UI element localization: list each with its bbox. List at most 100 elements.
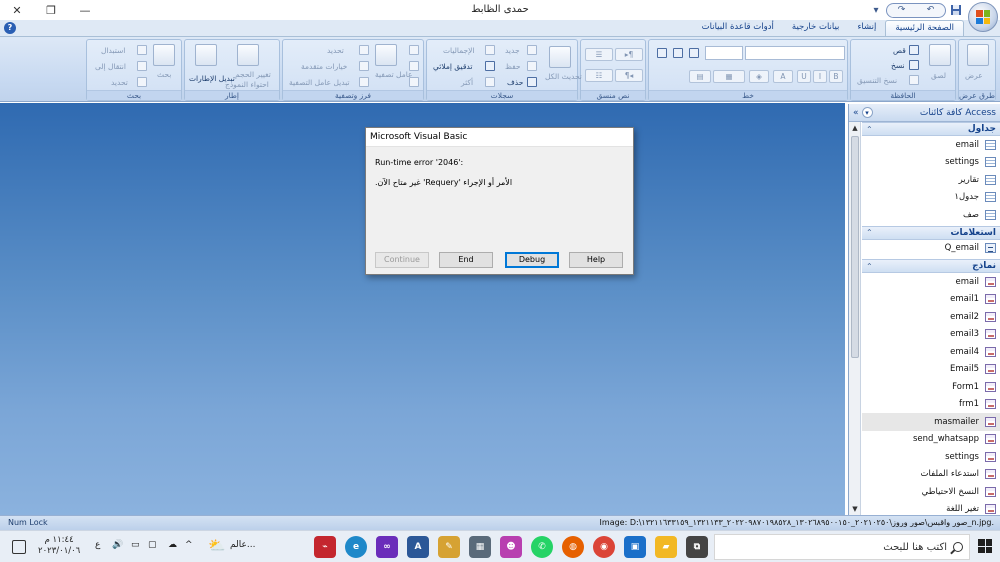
- new-record-icon[interactable]: [527, 45, 537, 55]
- nav-list-item[interactable]: send_whatsapp: [862, 431, 1000, 449]
- paste-button[interactable]: لصق: [931, 71, 946, 80]
- calculator-icon[interactable]: ▦: [469, 536, 491, 558]
- font-color-button[interactable]: A: [773, 70, 793, 83]
- paint-icon[interactable]: ✎: [438, 536, 460, 558]
- input-language-indicator[interactable]: ع: [95, 540, 100, 550]
- nav-list-item[interactable]: جدول١: [862, 189, 1000, 207]
- advanced-filter-icon[interactable]: [359, 61, 369, 71]
- chrome-icon[interactable]: ◉: [593, 536, 615, 558]
- taskbar-search-box[interactable]: اكتب هنا للبحث: [714, 534, 970, 560]
- firefox-icon[interactable]: ◍: [562, 536, 584, 558]
- list-button[interactable]: ☰: [585, 48, 613, 61]
- totals-icon[interactable]: [485, 45, 495, 55]
- align-left-icon[interactable]: [657, 48, 667, 58]
- paste-icon[interactable]: [929, 44, 951, 66]
- refresh-all-icon[interactable]: [549, 46, 571, 68]
- nav-pane-header[interactable]: « ▾ كافة كائنات Access: [849, 104, 1000, 122]
- replace-button[interactable]: استبدال: [101, 46, 125, 55]
- nav-menu-dropdown-icon[interactable]: ▾: [861, 107, 873, 118]
- debug-button[interactable]: Debug: [505, 252, 559, 268]
- undo-icon[interactable]: ↶: [927, 5, 935, 15]
- scroll-down-icon[interactable]: ▼: [849, 503, 861, 515]
- file-explorer-icon[interactable]: ▰: [655, 536, 677, 558]
- network-icon[interactable]: ▢: [148, 540, 157, 550]
- nav-list-item[interactable]: Form1: [862, 378, 1000, 396]
- nav-list-item[interactable]: email3: [862, 326, 1000, 344]
- outdent-button[interactable]: ☷: [585, 69, 613, 82]
- underline-button[interactable]: U: [797, 70, 811, 83]
- more-button[interactable]: أكثر: [461, 78, 473, 87]
- tab-database-tools[interactable]: أدوات قاعدة البيانات: [693, 20, 783, 36]
- copy-button[interactable]: نسخ: [891, 61, 905, 70]
- taskbar-clock[interactable]: ١١:٤٤ م ٢٠٢٣/٠١/٠٦: [38, 535, 80, 557]
- save-icon[interactable]: [948, 2, 964, 18]
- store-icon[interactable]: ▣: [624, 536, 646, 558]
- font-name-box[interactable]: [745, 46, 845, 60]
- fill-color-button[interactable]: ◈: [749, 70, 769, 83]
- cut-button[interactable]: قص: [893, 46, 906, 55]
- switch-windows-button[interactable]: تبديل الإطارات: [189, 74, 235, 83]
- collapse-chevron-icon[interactable]: ⌃: [866, 125, 873, 134]
- end-button[interactable]: End: [439, 252, 493, 268]
- advanced-filter-button[interactable]: خيارات متقدمة: [301, 62, 347, 71]
- rtl-button[interactable]: ▸¶: [615, 48, 643, 61]
- nav-list-item[interactable]: settings: [862, 448, 1000, 466]
- scroll-up-icon[interactable]: ▲: [849, 122, 861, 134]
- fit-form-icon[interactable]: [237, 44, 259, 66]
- nav-list-item[interactable]: email: [862, 273, 1000, 291]
- qat-dropdown-icon[interactable]: ▾: [868, 2, 884, 18]
- switch-windows-icon[interactable]: [195, 44, 217, 66]
- display-icon[interactable]: ▭: [131, 540, 140, 550]
- tray-overflow-icon[interactable]: ^: [185, 540, 193, 550]
- view-button[interactable]: عرض: [965, 71, 983, 80]
- continue-button[interactable]: Continue: [375, 252, 429, 268]
- office-button[interactable]: [968, 2, 998, 32]
- collapse-chevron-icon[interactable]: ⌃: [866, 228, 873, 237]
- nav-list-item[interactable]: email: [862, 136, 1000, 154]
- select-button[interactable]: تحديد: [111, 78, 128, 87]
- tab-create[interactable]: إنشاء: [848, 20, 885, 36]
- cut-icon[interactable]: [909, 45, 919, 55]
- resize-button[interactable]: تغيير الحجم: [235, 70, 271, 79]
- notifications-icon[interactable]: [12, 540, 26, 554]
- goto-icon[interactable]: [137, 61, 147, 71]
- weather-icon[interactable]: ⛅: [208, 538, 225, 554]
- italic-button[interactable]: I: [813, 70, 827, 83]
- refresh-all-button[interactable]: تحديث الكل: [545, 72, 582, 81]
- new-record-button[interactable]: جديد: [505, 46, 520, 55]
- align-center-icon[interactable]: [673, 48, 683, 58]
- save-record-button[interactable]: حفظ: [505, 62, 521, 71]
- tab-home[interactable]: الصفحة الرئيسية: [885, 20, 964, 36]
- windows-start-icon[interactable]: [978, 539, 992, 553]
- whatsapp-icon[interactable]: ✆: [531, 536, 553, 558]
- collapse-chevron-icon[interactable]: ⌃: [866, 262, 873, 271]
- filter-icon[interactable]: [375, 44, 397, 66]
- delete-record-button[interactable]: حذف: [507, 78, 523, 87]
- nav-list-item[interactable]: email1: [862, 291, 1000, 309]
- sort-asc-icon[interactable]: [409, 45, 419, 55]
- save-record-icon[interactable]: [527, 61, 537, 71]
- align-right-icon[interactable]: [689, 48, 699, 58]
- toggle-filter-icon[interactable]: [359, 77, 369, 87]
- bold-button[interactable]: B: [829, 70, 843, 83]
- nav-scrollbar[interactable]: ▲ ▼: [849, 122, 861, 515]
- edge-icon[interactable]: e: [345, 536, 367, 558]
- redo-icon[interactable]: ↷: [898, 5, 906, 15]
- filter-button[interactable]: عامل تصفية: [375, 70, 413, 79]
- selection-button[interactable]: تحديد: [327, 46, 344, 55]
- spelling-button[interactable]: تدقيق إملائي: [433, 62, 472, 71]
- teams-icon[interactable]: ∞: [376, 536, 398, 558]
- alt-row-color-button[interactable]: ▤: [689, 70, 711, 83]
- font-size-box[interactable]: [705, 46, 743, 60]
- minimize-icon[interactable]: —: [68, 0, 102, 20]
- tab-external-data[interactable]: بيانات خارجية: [783, 20, 849, 36]
- nav-list-item[interactable]: تقارير: [862, 171, 1000, 189]
- view-icon[interactable]: [967, 44, 989, 66]
- nav-list-item[interactable]: Q_email: [862, 240, 1000, 258]
- weather-label[interactable]: عالم...: [230, 540, 255, 550]
- nav-list-item[interactable]: masmailer: [862, 413, 1000, 431]
- pdf-icon[interactable]: ⌁: [314, 536, 336, 558]
- shutter-close-icon[interactable]: «: [853, 108, 859, 118]
- totals-button[interactable]: الإجماليات: [443, 46, 475, 55]
- nav-list-item[interactable]: frm1: [862, 396, 1000, 414]
